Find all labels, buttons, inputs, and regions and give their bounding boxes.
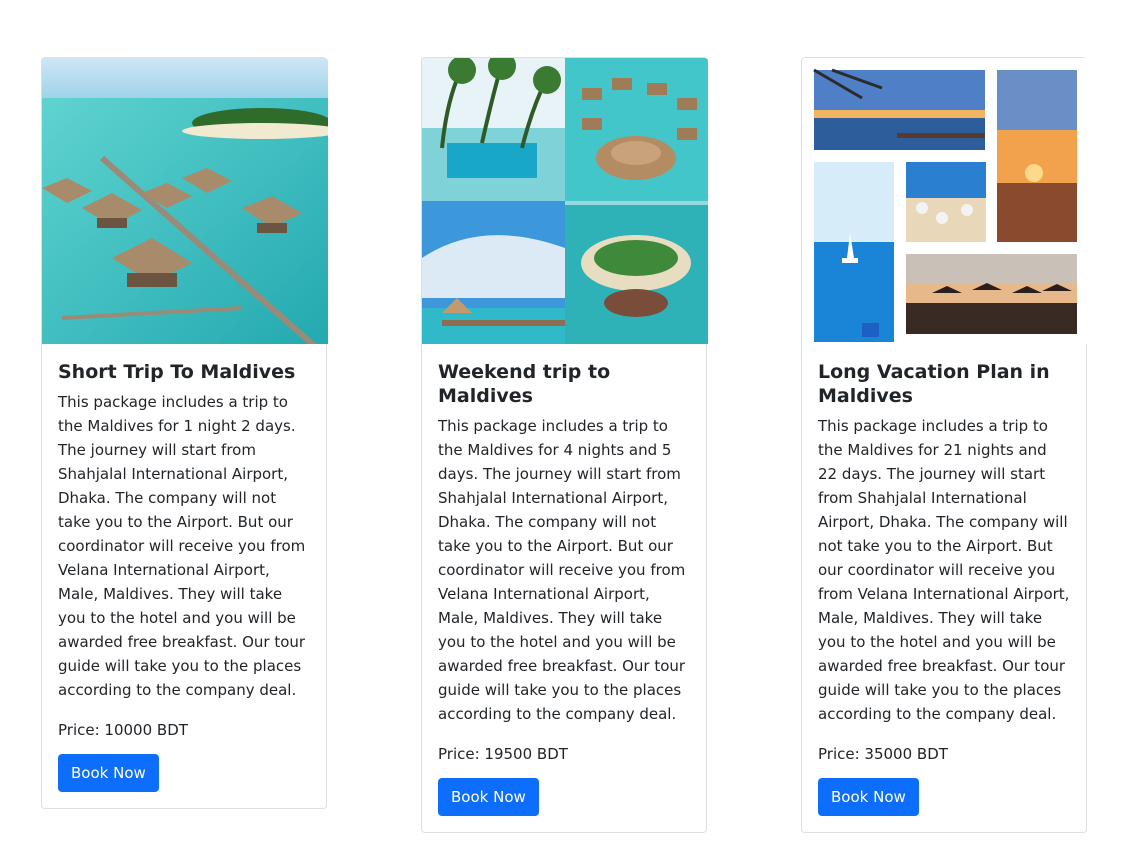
card-price: Price: 35000 BDT (818, 745, 948, 763)
card-image-sunset-collage (802, 58, 1088, 344)
card-description: This package includes a trip to the Mald… (58, 393, 306, 699)
card-description: This package includes a trip to the Mald… (438, 417, 686, 723)
card-price: Price: 19500 BDT (438, 745, 568, 763)
book-now-button[interactable]: Book Now (58, 754, 159, 792)
package-card-weekend-trip: Weekend trip to Maldives This package in… (421, 57, 708, 833)
package-card-short-trip: Short Trip To Maldives This package incl… (41, 57, 328, 809)
card-image-resort-collage (422, 58, 708, 344)
card-image-overwater-villas (42, 58, 328, 344)
card-price: Price: 10000 BDT (58, 721, 188, 739)
card-title: Weekend trip to Maldives (438, 361, 611, 407)
card-title: Short Trip To Maldives (58, 361, 296, 383)
card-description: This package includes a trip to the Mald… (818, 417, 1070, 723)
book-now-button[interactable]: Book Now (438, 778, 539, 816)
card-title: Long Vacation Plan in Maldives (818, 361, 1050, 407)
book-now-button[interactable]: Book Now (818, 778, 919, 816)
package-card-long-vacation: Long Vacation Plan in Maldives This pack… (801, 57, 1088, 833)
